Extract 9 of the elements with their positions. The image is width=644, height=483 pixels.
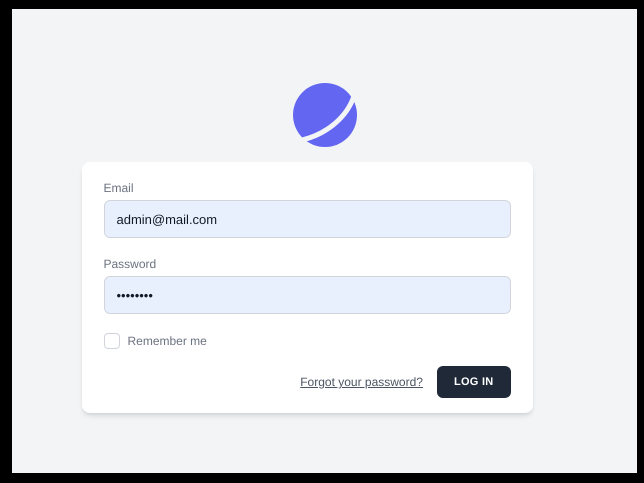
password-field[interactable]: ••••••••: [104, 276, 510, 314]
password-label: Password: [104, 256, 156, 272]
forgot-password-link[interactable]: Forgot your password?: [300, 373, 423, 391]
login-button[interactable]: LOG IN: [436, 366, 510, 398]
logo-icon: [292, 82, 358, 148]
email-field[interactable]: admin@mail.com: [104, 200, 510, 238]
remember-label: Remember me: [128, 333, 207, 350]
remember-checkbox[interactable]: [104, 333, 120, 349]
email-label: Email: [104, 180, 134, 196]
